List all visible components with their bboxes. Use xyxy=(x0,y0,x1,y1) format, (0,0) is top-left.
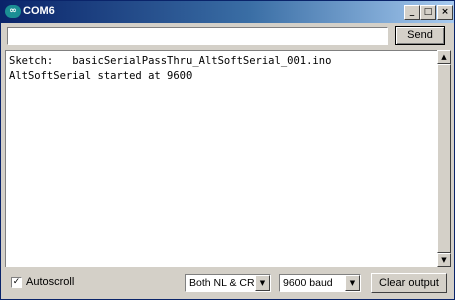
bottom-toolbar: ✓ Autoscroll Both NL & CR ▼ 9600 baud ▼ … xyxy=(1,267,454,299)
output-scrollbar[interactable]: ▲ ▼ xyxy=(437,50,451,267)
line-ending-value: Both NL & CR xyxy=(189,277,255,289)
scroll-thumb[interactable] xyxy=(437,64,451,253)
scroll-down-arrow-icon[interactable]: ▼ xyxy=(437,253,451,267)
serial-monitor-window: ∞ COM6 _ □ × Send Sketch: basicSerialPas… xyxy=(0,0,455,300)
close-button[interactable]: × xyxy=(437,5,453,20)
title-bar[interactable]: ∞ COM6 _ □ × xyxy=(1,1,454,23)
autoscroll-label[interactable]: Autoscroll xyxy=(26,276,74,288)
output-line: Sketch: basicSerialPassThru_AltSoftSeria… xyxy=(9,55,332,67)
scroll-up-arrow-icon[interactable]: ▲ xyxy=(437,50,451,64)
baud-rate-value: 9600 baud xyxy=(283,277,333,289)
line-ending-select[interactable]: Both NL & CR ▼ xyxy=(185,274,271,292)
autoscroll-checkbox[interactable]: ✓ xyxy=(11,277,22,288)
maximize-button[interactable]: □ xyxy=(420,5,436,20)
baud-rate-select[interactable]: 9600 baud ▼ xyxy=(279,274,361,292)
chevron-down-icon[interactable]: ▼ xyxy=(255,275,270,291)
send-button[interactable]: Send xyxy=(395,26,445,45)
arduino-infinity-icon: ∞ xyxy=(5,5,21,18)
chevron-down-icon[interactable]: ▼ xyxy=(345,275,360,291)
output-line: AltSoftSerial started at 9600 xyxy=(9,70,193,82)
minimize-button[interactable]: _ xyxy=(404,5,420,20)
serial-output[interactable]: Sketch: basicSerialPassThru_AltSoftSeria… xyxy=(5,50,437,267)
clear-output-button[interactable]: Clear output xyxy=(371,273,447,293)
send-input[interactable] xyxy=(7,27,388,45)
window-title: COM6 xyxy=(23,5,55,17)
